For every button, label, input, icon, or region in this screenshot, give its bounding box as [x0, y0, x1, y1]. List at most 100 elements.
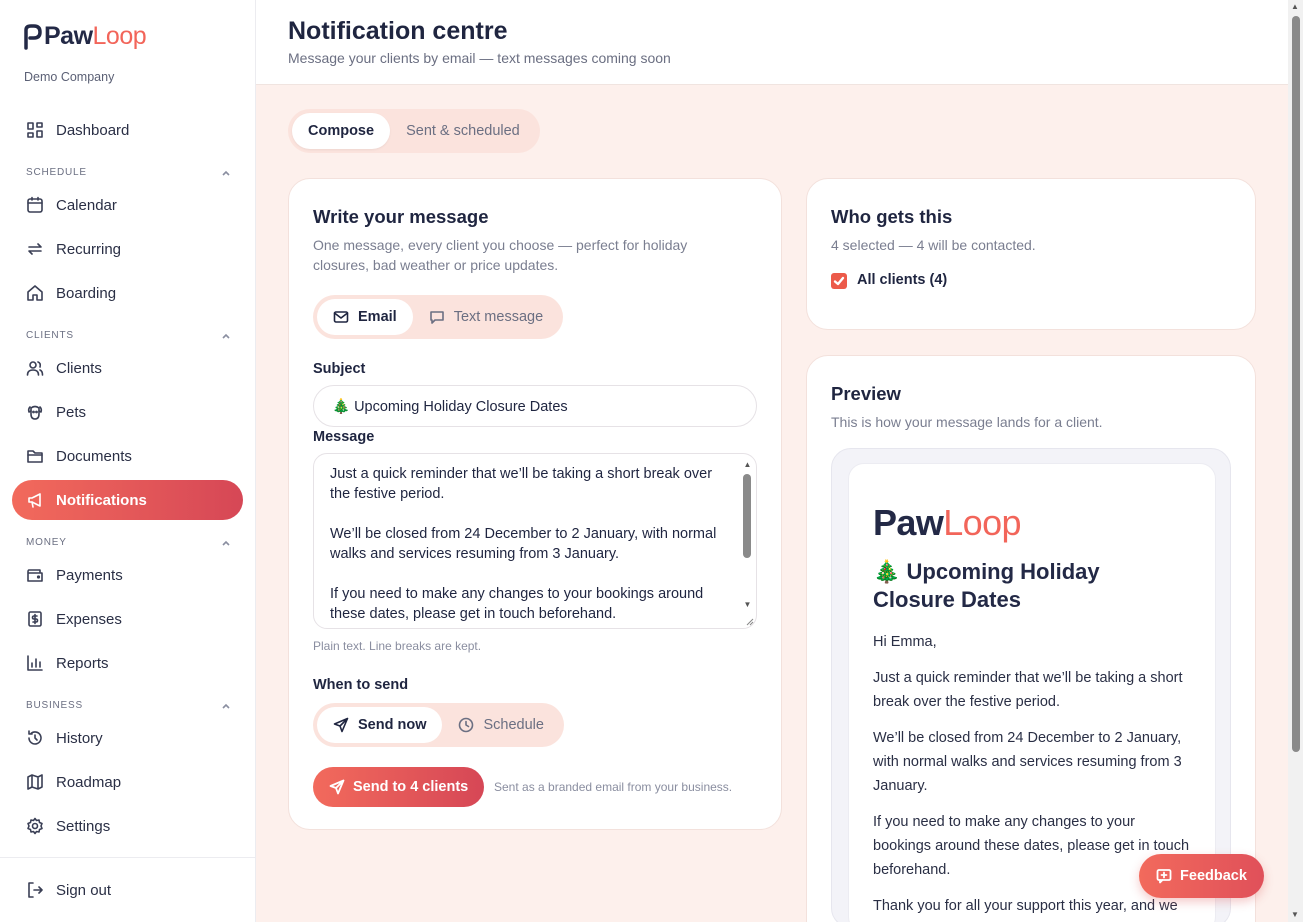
brand-logo[interactable]: PawLoop: [24, 22, 147, 51]
nav-recurring[interactable]: Recurring: [12, 229, 243, 269]
schedule-button[interactable]: Schedule: [442, 707, 559, 743]
textarea-scrollbar[interactable]: ▲ ▼: [743, 460, 752, 610]
channel-text-label: Text message: [453, 309, 544, 325]
nav-payments[interactable]: Payments: [12, 555, 243, 595]
wallet-icon: [26, 566, 44, 584]
page-scroll-up-icon[interactable]: ▲: [1291, 2, 1299, 11]
paw-logo-icon: [24, 23, 42, 50]
page-scrollbar[interactable]: ▲ ▼: [1288, 0, 1303, 922]
nav-reports[interactable]: Reports: [12, 643, 243, 683]
preview-paragraph-2: We’ll be closed from 24 December to 2 Ja…: [873, 730, 1182, 794]
recipients-summary: 4 selected — 4 will be contacted.: [831, 237, 1036, 253]
sidebar-divider: [0, 857, 255, 858]
sign-out-icon: [26, 881, 44, 899]
nav-calendar[interactable]: Calendar: [12, 185, 243, 225]
preview-frame: PawLoop 🎄 Upcoming Holiday Closure Dates…: [831, 448, 1231, 922]
preview-logo-part2: Loop: [943, 502, 1021, 543]
compose-description: One message, every client you choose — p…: [313, 237, 688, 273]
nav-dashboard[interactable]: Dashboard: [12, 110, 243, 150]
home-icon: [26, 284, 44, 302]
nav-settings[interactable]: Settings: [12, 806, 243, 846]
schedule-label: Schedule: [483, 717, 544, 733]
preview-title: Preview: [831, 383, 901, 404]
channel-toggle: Email Text message: [313, 295, 564, 339]
nav-settings-label: Settings: [56, 817, 111, 835]
send-to-clients-button[interactable]: Send to 4 clients: [313, 767, 485, 807]
nav-payments-label: Payments: [56, 566, 123, 584]
nav-boarding-label: Boarding: [56, 284, 117, 302]
preview-email-title: 🎄 Upcoming Holiday Closure Dates: [873, 559, 1100, 612]
clock-icon: [459, 717, 474, 733]
sidebar: PawLoop Demo Company Dashboard SCHEDULE …: [0, 0, 256, 922]
tab-compose[interactable]: Compose: [292, 113, 391, 149]
nav-expenses-label: Expenses: [56, 610, 122, 628]
gear-icon: [26, 817, 44, 835]
section-business-label: BUSINESS: [26, 700, 83, 711]
scroll-up-arrow-icon[interactable]: ▲: [743, 460, 752, 469]
nav-history[interactable]: History: [12, 718, 243, 758]
brand-name-part1: Paw: [44, 22, 93, 50]
nav-clients[interactable]: Clients: [12, 348, 243, 388]
section-clients[interactable]: CLIENTS: [26, 330, 231, 341]
dashboard-icon: [26, 121, 44, 139]
checkmark-icon: [833, 276, 845, 286]
view-tabs: Compose Sent & scheduled: [288, 109, 540, 153]
message-square-icon: [429, 311, 444, 324]
nav-documents[interactable]: Documents: [12, 436, 243, 476]
message-text: Just a quick reminder that we’ll be taki…: [330, 466, 717, 622]
textarea-scroll-thumb[interactable]: [743, 474, 751, 558]
when-label: When to send: [313, 677, 409, 693]
calendar-icon: [26, 196, 44, 214]
brand-name-part2: Loop: [92, 22, 147, 50]
section-business[interactable]: BUSINESS: [26, 700, 231, 711]
feedback-icon: [1156, 869, 1172, 884]
preview-card: Preview This is how your message lands f…: [806, 355, 1256, 922]
preview-logo-part1: Paw: [873, 502, 944, 543]
nav-pets[interactable]: Pets: [12, 392, 243, 432]
nav-notifications[interactable]: Notifications: [12, 480, 243, 520]
section-schedule[interactable]: SCHEDULE: [26, 167, 231, 178]
recipients-title: Who gets this: [831, 206, 953, 227]
bar-chart-icon: [26, 654, 44, 672]
send-now-button[interactable]: Send now: [317, 707, 443, 743]
page-scroll-thumb[interactable]: [1292, 16, 1300, 752]
folder-icon: [26, 447, 44, 465]
preview-logo: PawLoop: [873, 502, 1022, 544]
subject-input[interactable]: 🎄 Upcoming Holiday Closure Dates: [313, 385, 757, 427]
all-clients-label[interactable]: All clients (4): [857, 272, 947, 288]
preview-description: This is how your message lands for a cli…: [831, 414, 1103, 430]
section-money[interactable]: MONEY: [26, 537, 231, 548]
nav-recurring-label: Recurring: [56, 240, 122, 258]
megaphone-icon: [26, 491, 44, 509]
recipients-card: Who gets this 4 selected — 4 will be con…: [806, 178, 1256, 330]
preview-paragraph-1: Just a quick reminder that we’ll be taki…: [873, 670, 1183, 710]
nav-sign-out[interactable]: Sign out: [12, 870, 243, 910]
page-title: Notification centre: [288, 17, 508, 45]
nav-history-label: History: [56, 729, 103, 747]
nav-roadmap[interactable]: Roadmap: [12, 762, 243, 802]
channel-email-button[interactable]: Email: [317, 299, 413, 335]
nav-sign-out-label: Sign out: [56, 881, 112, 899]
chevron-up-icon: [221, 538, 231, 548]
scroll-down-arrow-icon[interactable]: ▼: [743, 600, 752, 609]
dog-icon: [26, 403, 44, 421]
nav-reports-label: Reports: [56, 654, 109, 672]
mail-icon: [333, 311, 349, 323]
send-timing-toggle: Send now Schedule: [313, 703, 564, 747]
all-clients-checkbox[interactable]: [831, 273, 847, 289]
resize-handle-icon[interactable]: [744, 616, 754, 626]
compose-card: Write your message One message, every cl…: [288, 178, 782, 830]
feedback-button[interactable]: Feedback: [1139, 854, 1264, 898]
channel-text-button[interactable]: Text message: [413, 299, 559, 335]
page-header: Notification centre Message your clients…: [256, 0, 1288, 85]
channel-email-label: Email: [358, 309, 397, 325]
send-to-clients-label: Send to 4 clients: [353, 779, 469, 795]
nav-pets-label: Pets: [56, 403, 87, 421]
nav-expenses[interactable]: Expenses: [12, 599, 243, 639]
send-icon: [329, 779, 345, 795]
nav-boarding[interactable]: Boarding: [12, 273, 243, 313]
page-scroll-down-icon[interactable]: ▼: [1291, 910, 1299, 919]
tab-sent-scheduled[interactable]: Sent & scheduled: [390, 113, 536, 149]
message-textarea[interactable]: Just a quick reminder that we’ll be taki…: [313, 453, 757, 629]
history-icon: [26, 729, 44, 747]
